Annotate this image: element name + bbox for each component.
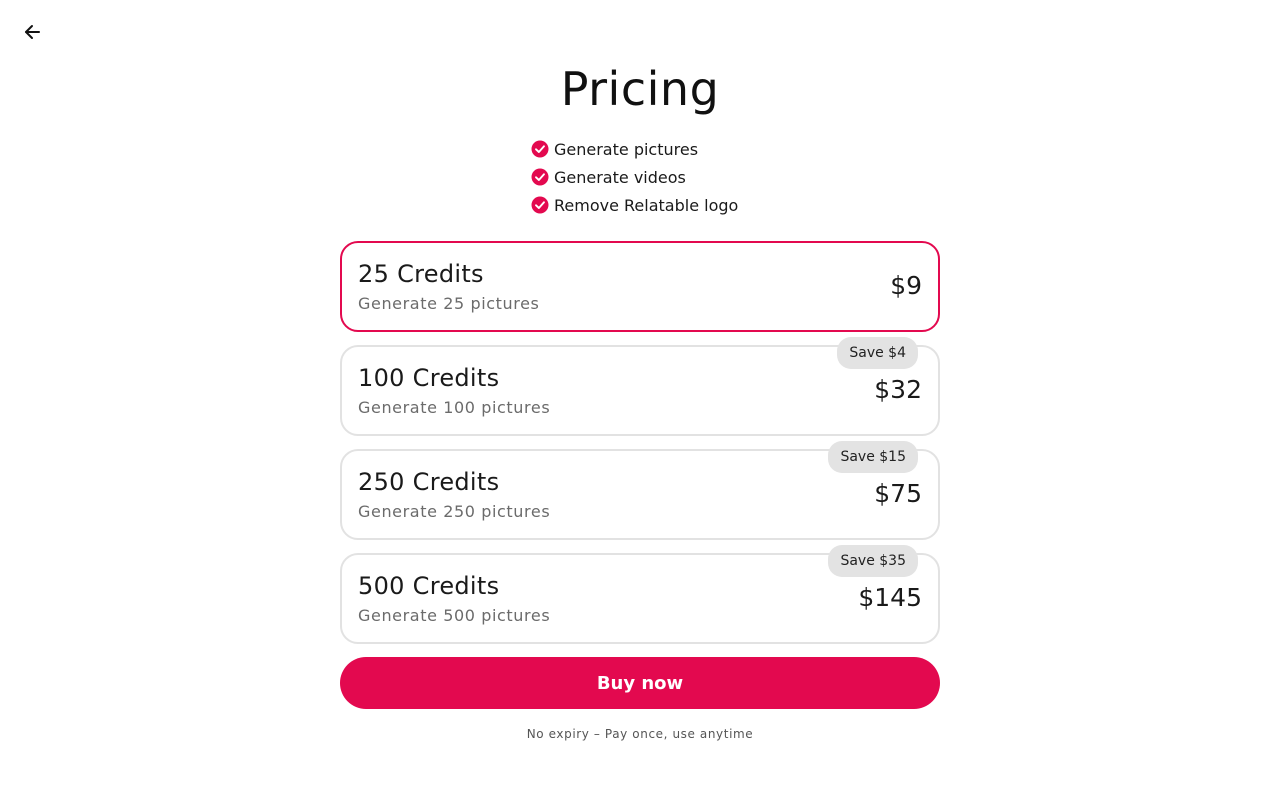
plan-price: $75 <box>874 479 922 508</box>
plan-option-100-credits[interactable]: Save $4 100 Credits Generate 100 picture… <box>340 337 940 436</box>
feature-item: Generate videos <box>531 166 738 188</box>
save-badge: Save $15 <box>828 441 918 473</box>
payment-note: No expiry – Pay once, use anytime <box>526 727 754 741</box>
plan-name: 100 Credits <box>358 364 500 392</box>
feature-item: Remove Relatable logo <box>531 194 738 216</box>
back-button[interactable] <box>18 18 46 46</box>
check-circle-icon <box>531 196 549 214</box>
feature-list: Generate pictures Generate videos Remove… <box>531 138 738 216</box>
feature-label: Generate pictures <box>554 139 699 159</box>
plan-description: Generate 25 pictures <box>358 294 540 313</box>
plan-price: $32 <box>874 375 922 404</box>
save-badge: Save $35 <box>828 545 918 577</box>
plan-price: $145 <box>858 583 922 612</box>
buy-now-button[interactable]: Buy now <box>340 657 940 709</box>
plan-name: 250 Credits <box>358 468 500 496</box>
plan-option-500-credits[interactable]: Save $35 500 Credits Generate 500 pictur… <box>340 545 940 644</box>
plan-name: 500 Credits <box>358 572 500 600</box>
feature-item: Generate pictures <box>531 138 738 160</box>
feature-label: Remove Relatable logo <box>554 195 739 215</box>
check-circle-icon <box>531 168 549 186</box>
plan-option-250-credits[interactable]: Save $15 250 Credits Generate 250 pictur… <box>340 441 940 540</box>
check-circle-icon <box>531 140 549 158</box>
page-title: Pricing <box>560 62 720 116</box>
plan-description: Generate 500 pictures <box>358 606 551 625</box>
feature-label: Generate videos <box>554 167 686 187</box>
arrow-left-icon <box>25 25 40 39</box>
plan-name: 25 Credits <box>358 260 484 288</box>
pricing-page: Pricing Generate pictures Generate video… <box>0 0 1280 800</box>
plan-price: $9 <box>890 271 922 300</box>
plan-option-25-credits[interactable]: 25 Credits Generate 25 pictures $9 <box>340 241 940 332</box>
plan-description: Generate 100 pictures <box>358 398 551 417</box>
plan-list: 25 Credits Generate 25 pictures $9 Save … <box>340 241 940 644</box>
plan-description: Generate 250 pictures <box>358 502 551 521</box>
save-badge: Save $4 <box>837 337 918 369</box>
